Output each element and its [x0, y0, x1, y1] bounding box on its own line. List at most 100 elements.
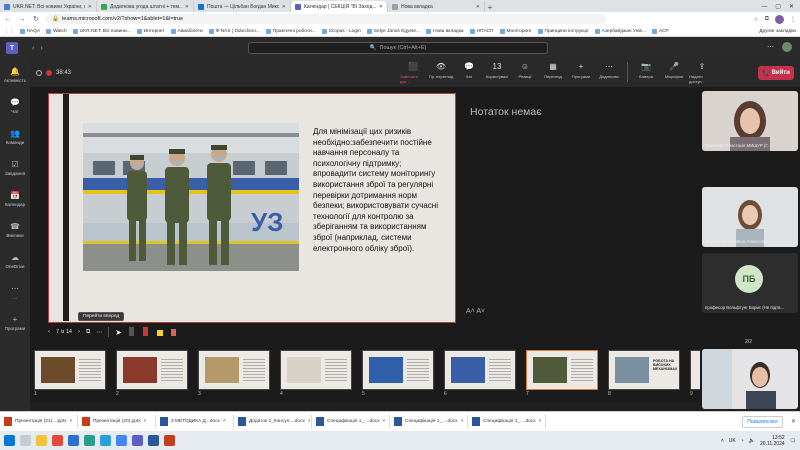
bookmark-item[interactable]: Авиабілети: [170, 28, 203, 34]
slide-thumbnail[interactable]: 5: [362, 350, 434, 398]
rail-item-6[interactable]: ☎ Виклики: [0, 214, 30, 245]
windows-start-icon[interactable]: [4, 435, 15, 446]
bookmark-item[interactable]: UKR.NET: Всі новини...: [72, 28, 131, 34]
browser-tab[interactable]: Додаткова угода штатні + тем... ✕: [97, 1, 194, 12]
bookmark-item[interactable]: Selye János Egyete...: [366, 28, 420, 34]
download-item[interactable]: Специфікація 1_....docx ˄: [472, 414, 546, 429]
eraser-icon[interactable]: [170, 327, 178, 337]
star-icon[interactable]: ☆: [753, 16, 758, 23]
bookmark-item[interactable]: Нова вкладка: [426, 28, 464, 34]
telegram-icon[interactable]: [100, 435, 111, 446]
meeting-control-button[interactable]: + Програми: [568, 62, 594, 84]
meeting-control-button[interactable]: ▦ Перегляд: [540, 62, 566, 84]
meeting-control-button[interactable]: 💬 Чат: [456, 62, 482, 84]
extensions-icon[interactable]: ⧉: [765, 16, 769, 23]
bookmark-item[interactable]: Watch: [46, 28, 67, 34]
rail-item-7[interactable]: ☁ OneDrive: [0, 245, 30, 276]
reload-icon[interactable]: ↻: [32, 15, 40, 23]
meeting-control-button[interactable]: 🎤 Мікрофон: [661, 62, 687, 84]
word-icon[interactable]: [68, 435, 79, 446]
back-icon[interactable]: ←: [4, 16, 12, 23]
notes-font-size-buttons[interactable]: A˄ A˅: [466, 308, 485, 315]
other-bookmarks[interactable]: Другие закладки: [759, 29, 796, 34]
volume-icon[interactable]: 🔈: [749, 438, 755, 444]
bookmark-item[interactable]: Азербайджан Унів...: [594, 28, 646, 34]
chrome-icon[interactable]: [116, 435, 127, 446]
chevron-up-icon[interactable]: ˄: [144, 419, 147, 424]
new-tab-button[interactable]: +: [485, 3, 495, 12]
meeting-control-button[interactable]: ⇪ Надати доступ: [689, 62, 715, 84]
pen-red-icon[interactable]: [142, 327, 150, 337]
nav-forward-icon[interactable]: ›: [40, 45, 42, 52]
forward-icon[interactable]: →: [18, 16, 26, 23]
slide-thumbnail[interactable]: 2: [116, 350, 188, 398]
browser-tab[interactable]: Календар | СЕКЦІЯ "ВІ Заход... ✕: [291, 1, 388, 12]
bookmark-item[interactable]: HAQA: [19, 28, 40, 34]
bookmark-item[interactable]: Моніторинг: [499, 28, 532, 34]
meeting-control-button[interactable]: ☺ Реакції: [512, 62, 538, 84]
more-options-icon[interactable]: ⋯: [767, 43, 774, 51]
slide-thumbnail[interactable]: 7: [526, 350, 598, 398]
rail-item-8[interactable]: ⋯...: [0, 276, 30, 307]
tab-close-icon[interactable]: ✕: [282, 4, 286, 10]
meeting-control-button[interactable]: 13 Користувачі: [484, 62, 510, 84]
download-item[interactable]: Презентація (21)....pptx ˄: [4, 414, 78, 429]
meeting-control-button[interactable]: 📷 Камера: [633, 62, 659, 84]
rail-item-9[interactable]: + Програми: [0, 307, 30, 338]
chevron-up-icon[interactable]: ˄: [383, 419, 386, 424]
search-icon[interactable]: [20, 435, 31, 446]
bookmark-item[interactable]: Принципи інструкції: [537, 28, 589, 34]
meeting-control-button[interactable]: 👁 Пр. перегляд: [428, 62, 454, 84]
chevron-up-icon[interactable]: ˄: [461, 419, 464, 424]
prev-slide-button[interactable]: ‹: [48, 329, 50, 335]
notifications-icon[interactable]: 🗨: [790, 438, 796, 444]
teams-icon[interactable]: [132, 435, 143, 446]
powerpoint-icon[interactable]: [164, 435, 175, 446]
participant-tile[interactable]: [702, 349, 798, 409]
slide-thumbnail[interactable]: 1: [34, 350, 106, 398]
download-item[interactable]: Презентація (20).pptx ˄: [82, 414, 156, 429]
chevron-up-icon[interactable]: ˄: [70, 419, 73, 424]
menu-icon[interactable]: ⋮: [790, 16, 796, 23]
profile-avatar[interactable]: [775, 14, 784, 24]
slide-thumbnail[interactable]: 3: [198, 350, 270, 398]
tab-close-icon[interactable]: ✕: [379, 4, 383, 10]
download-item[interactable]: 3 МЕТОДИКА Д...docx ˄: [160, 414, 234, 429]
rail-item-3[interactable]: 👥 Команди: [0, 121, 30, 152]
maximize-icon[interactable]: ▢: [775, 3, 781, 10]
tray-arrow-icon[interactable]: ˄: [721, 438, 724, 444]
slide-thumbnail[interactable]: 4: [280, 350, 352, 398]
search-input[interactable]: 🔍 Пошук (Ctrl+Alt+E): [248, 42, 548, 54]
participants-pager[interactable]: 2/2: [745, 339, 752, 345]
rail-item-4[interactable]: ☑ Завдання: [0, 152, 30, 183]
highlighter-icon[interactable]: [156, 327, 164, 337]
bookmark-item[interactable]: Scopus - Login: [321, 28, 361, 34]
more-slide-options-icon[interactable]: ⋯: [96, 329, 102, 336]
tab-close-icon[interactable]: ✕: [185, 4, 189, 10]
participant-tile[interactable]: Марина Миколаївна Алексєєва: [702, 187, 798, 247]
browser-tab[interactable]: Пошта — Цільбан Богдан Мико... ✕: [194, 1, 291, 12]
download-item[interactable]: Специфікація 1_....docx ˄: [316, 414, 390, 429]
bookmark-item[interactable]: АСР: [651, 28, 669, 34]
bookmark-item[interactable]: Практичні роботи...: [265, 28, 316, 34]
tab-close-icon[interactable]: ✕: [88, 4, 92, 10]
rail-item-2[interactable]: 💬 Чат: [0, 90, 30, 121]
meeting-control-button[interactable]: ⬛ Закінчити дос...: [400, 62, 426, 84]
chevron-up-icon[interactable]: ˄: [539, 419, 542, 424]
file-explorer-icon[interactable]: [36, 435, 47, 446]
bookmark-item[interactable]: Интернет: [136, 28, 165, 34]
participant-tile[interactable]: ПБ професор Вольфтунг Борис (Не підтв...: [702, 253, 798, 313]
word-doc-icon[interactable]: [148, 435, 159, 446]
view-toggle-icon[interactable]: ⧉: [86, 329, 90, 336]
rail-item-1[interactable]: 🔔 Активність: [0, 59, 30, 90]
download-item[interactable]: Додаток 2_Консул....docx ˄: [238, 414, 312, 429]
next-slide-button[interactable]: ›: [78, 329, 80, 335]
browser-tab[interactable]: UKR.NET: Всі новини України, о... ✕: [0, 1, 97, 12]
participant-tile[interactable]: Марченко Анастасія МИШУР (Г...: [702, 91, 798, 151]
edge-icon[interactable]: [84, 435, 95, 446]
leave-button[interactable]: 📞 Вийти: [758, 66, 794, 80]
bookmark-item[interactable]: НПАСП: [469, 28, 494, 34]
nav-back-icon[interactable]: ‹: [32, 45, 34, 52]
user-avatar[interactable]: [782, 42, 792, 52]
meeting-control-button[interactable]: ⋯ Додатково: [596, 62, 622, 84]
